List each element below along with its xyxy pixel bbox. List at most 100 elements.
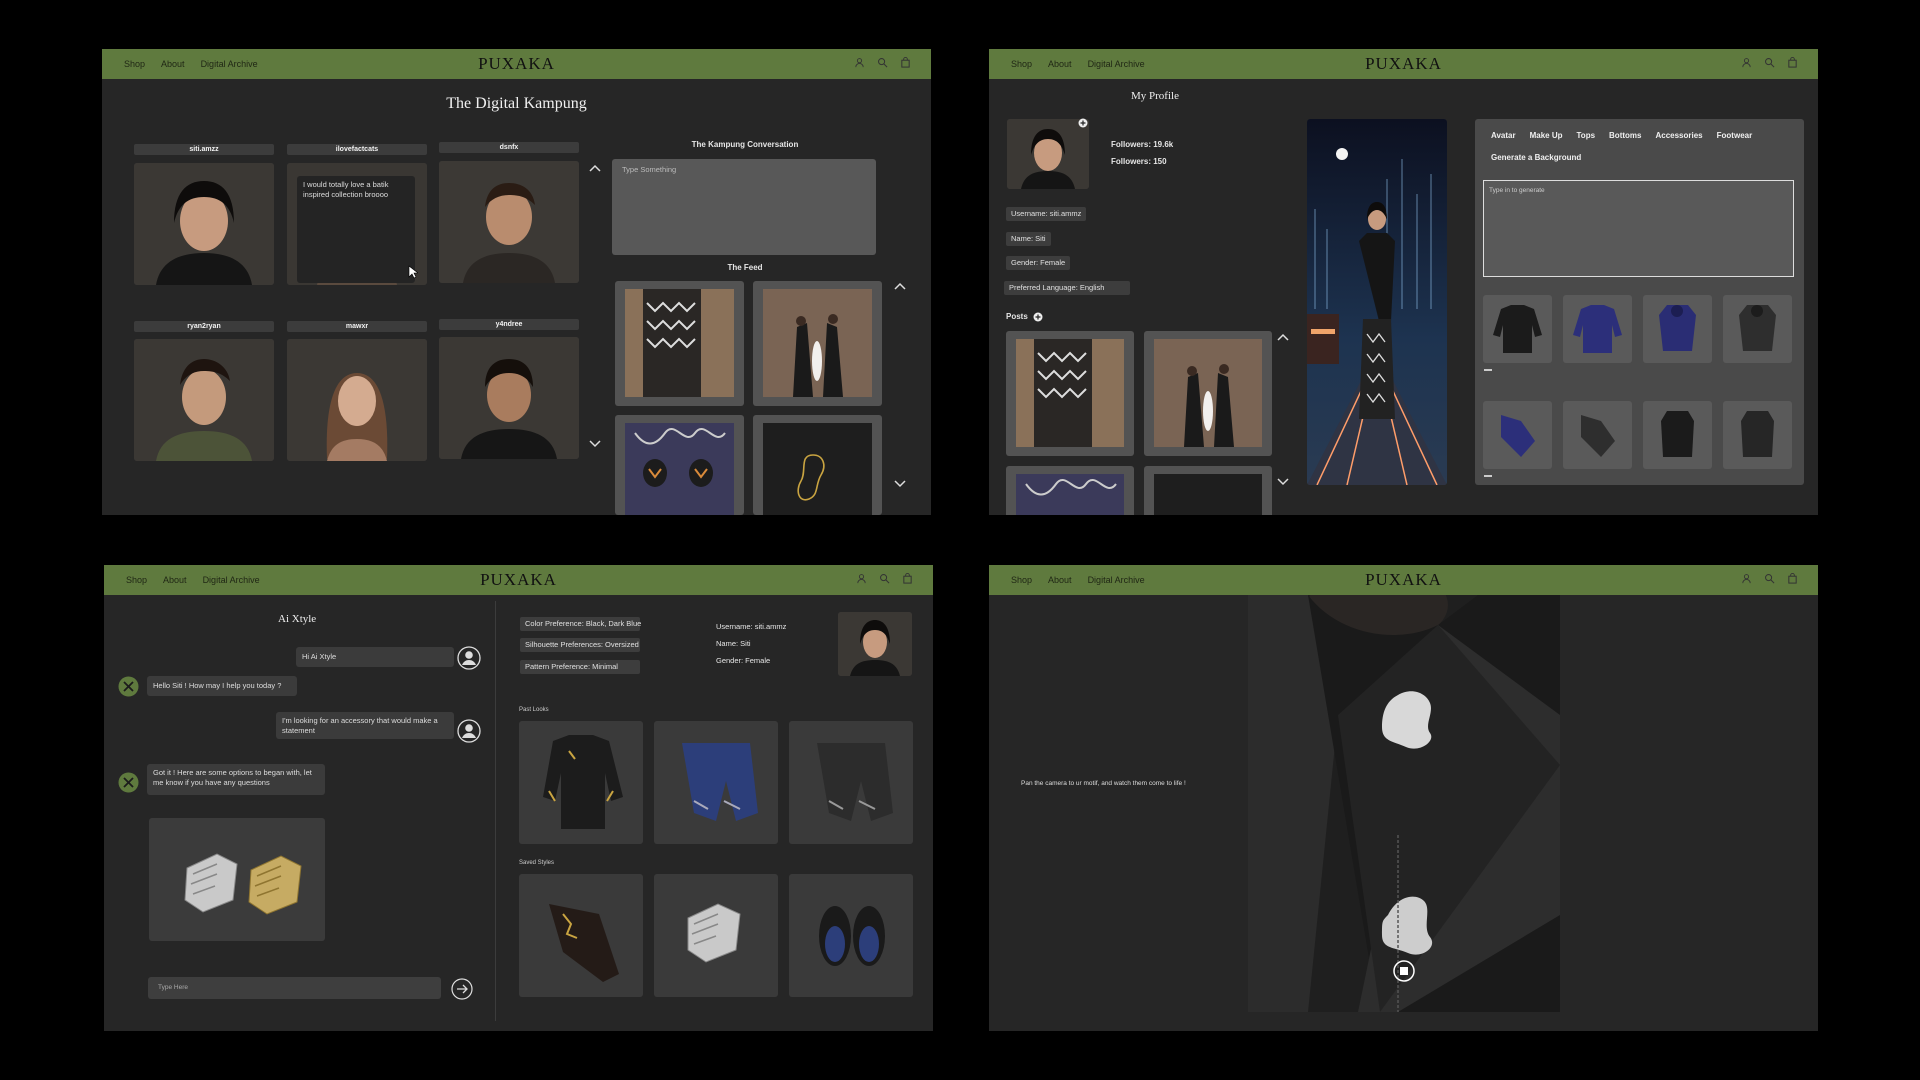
add-post-plus-icon[interactable]: [1033, 312, 1043, 322]
feed-scroll-up-arrow[interactable]: [893, 281, 907, 291]
garment-option[interactable]: [1563, 295, 1632, 363]
bot-chat-message: Got it ! Here are some options to began …: [147, 764, 325, 795]
nav-digital-archive[interactable]: Digital Archive: [1088, 59, 1145, 69]
logo[interactable]: PUXAKA: [1365, 570, 1442, 590]
garment-option[interactable]: [1643, 295, 1712, 363]
user-avatar[interactable]: [439, 161, 579, 283]
posts-scroll-down-arrow[interactable]: [1276, 477, 1290, 487]
scroll-down-arrow[interactable]: [588, 439, 602, 449]
bag-icon[interactable]: [1787, 573, 1798, 584]
search-icon[interactable]: [879, 573, 890, 584]
feed-scroll-down-arrow[interactable]: [893, 479, 907, 489]
feed-title: The Feed: [727, 263, 763, 272]
bag-icon[interactable]: [900, 57, 911, 68]
user-avatar[interactable]: [439, 337, 579, 459]
pattern-preference: Pattern Preference: Minimal: [520, 660, 640, 674]
feed-post[interactable]: [753, 281, 882, 406]
user-avatar-icon: [457, 719, 481, 743]
garment-option[interactable]: [1563, 401, 1632, 469]
scroll-indicator: [1484, 475, 1492, 477]
profile-post[interactable]: [1006, 331, 1134, 456]
user-info-username: Username: siti.ammz: [716, 622, 787, 631]
nav-shop[interactable]: Shop: [1011, 59, 1032, 69]
feed-post[interactable]: [615, 415, 744, 515]
saved-style-item[interactable]: [519, 874, 643, 997]
tab-footwear[interactable]: Footwear: [1717, 131, 1753, 140]
user-label[interactable]: ryan2ryan: [134, 321, 274, 332]
nav-about[interactable]: About: [1048, 59, 1072, 69]
send-icon[interactable]: [451, 978, 473, 1000]
past-look-item[interactable]: [789, 721, 913, 844]
garment-option[interactable]: [1483, 295, 1552, 363]
search-icon[interactable]: [877, 57, 888, 68]
scroll-up-arrow[interactable]: [588, 163, 602, 173]
bag-icon[interactable]: [1787, 57, 1798, 68]
feed-post[interactable]: [615, 281, 744, 406]
nav-about[interactable]: About: [1048, 575, 1072, 585]
following-count[interactable]: Followers: 150: [1111, 157, 1167, 166]
user-icon[interactable]: [856, 573, 867, 584]
nav-about[interactable]: About: [163, 575, 187, 585]
suggested-accessories-image[interactable]: [149, 818, 325, 941]
tab-accessories[interactable]: Accessories: [1655, 131, 1702, 140]
user-chat-message: Hi Ai Xtyle: [296, 647, 454, 667]
user-icon[interactable]: [1741, 573, 1752, 584]
posts-scroll-up-arrow[interactable]: [1276, 332, 1290, 342]
generate-prompt-input[interactable]: Type in to generate: [1483, 180, 1794, 277]
garment-option[interactable]: [1723, 295, 1792, 363]
nav-shop[interactable]: Shop: [126, 575, 147, 585]
user-label[interactable]: dsnfx: [439, 142, 579, 153]
nav-digital-archive[interactable]: Digital Archive: [203, 575, 260, 585]
user-label[interactable]: siti.amzz: [134, 144, 274, 155]
tab-bottoms[interactable]: Bottoms: [1609, 131, 1641, 140]
garment-option[interactable]: [1723, 401, 1792, 469]
logo[interactable]: PUXAKA: [1365, 54, 1442, 74]
user-avatar[interactable]: [134, 163, 274, 285]
edit-avatar-plus-icon[interactable]: [1078, 118, 1088, 128]
stop-record-icon[interactable]: [1393, 960, 1415, 982]
camera-view[interactable]: [1248, 595, 1560, 1012]
nav-digital-archive[interactable]: Digital Archive: [1088, 575, 1145, 585]
tab-tops[interactable]: Tops: [1577, 131, 1596, 140]
profile-post[interactable]: [1006, 466, 1134, 515]
user-avatar[interactable]: [134, 339, 274, 461]
user-icon[interactable]: [1741, 57, 1752, 68]
past-look-item[interactable]: [654, 721, 778, 844]
logo[interactable]: PUXAKA: [480, 570, 557, 590]
followers-count[interactable]: Followers: 19.6k: [1111, 140, 1173, 149]
profile-gender-field: Gender: Female: [1006, 256, 1071, 270]
bag-icon[interactable]: [902, 573, 913, 584]
avatar-preview[interactable]: [1307, 119, 1447, 485]
nav-shop[interactable]: Shop: [1011, 575, 1032, 585]
garment-option[interactable]: [1483, 401, 1552, 469]
ai-xtyle-screen: Shop About Digital Archive PUXAKA Ai Xty…: [104, 565, 933, 1031]
nav-shop[interactable]: Shop: [124, 59, 145, 69]
user-icon[interactable]: [854, 57, 865, 68]
generate-background-button[interactable]: Generate a Background: [1491, 153, 1581, 162]
search-icon[interactable]: [1764, 57, 1775, 68]
garment-option[interactable]: [1643, 401, 1712, 469]
nav-digital-archive[interactable]: Digital Archive: [201, 59, 258, 69]
conversation-input[interactable]: Type Something: [612, 159, 876, 255]
user-label[interactable]: ilovefactcats: [287, 144, 427, 155]
nav-about[interactable]: About: [161, 59, 185, 69]
user-label[interactable]: mawxr: [287, 321, 427, 332]
tab-make-up[interactable]: Make Up: [1530, 131, 1563, 140]
past-look-item[interactable]: [519, 721, 643, 844]
search-icon[interactable]: [1764, 573, 1775, 584]
logo[interactable]: PUXAKA: [478, 54, 555, 74]
user-avatar[interactable]: [287, 339, 427, 461]
feed-post[interactable]: [753, 415, 882, 515]
saved-style-item[interactable]: [789, 874, 913, 997]
user-chat-message: I'm looking for an accessory that would …: [276, 712, 454, 739]
saved-style-item[interactable]: [654, 874, 778, 997]
profile-post[interactable]: [1144, 331, 1272, 456]
tab-avatar[interactable]: Avatar: [1491, 131, 1516, 140]
ar-instruction: Pan the camera to ur motif, and watch th…: [1021, 780, 1186, 787]
profile-post[interactable]: [1144, 466, 1272, 515]
user-avatar[interactable]: [838, 612, 912, 676]
profile-avatar[interactable]: [1007, 119, 1089, 189]
saved-styles-label: Saved Styles: [519, 860, 555, 866]
chat-input[interactable]: Type Here: [148, 977, 441, 999]
user-label[interactable]: y4ndree: [439, 319, 579, 330]
